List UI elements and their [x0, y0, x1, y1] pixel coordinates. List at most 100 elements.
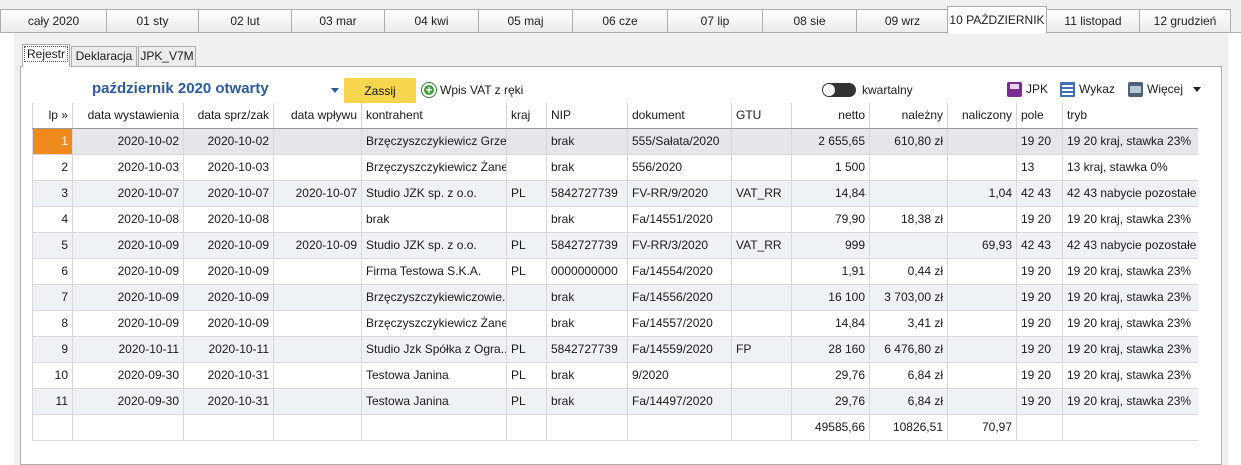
- col-header-lp[interactable]: lp »: [32, 103, 73, 129]
- tab-month-05[interactable]: 05 maj: [478, 9, 573, 33]
- cell-tryb[interactable]: 42 43 nabycie pozostałe: [1062, 232, 1198, 259]
- cell-dokument[interactable]: Fa/14559/2020: [627, 336, 732, 363]
- cell-data-sprz-zak[interactable]: 2020-10-02: [183, 128, 274, 155]
- cell-pole[interactable]: 42 43: [1016, 232, 1063, 259]
- cell-naliczony[interactable]: 1,04: [947, 180, 1017, 207]
- cell-data-wplywu[interactable]: [273, 154, 362, 181]
- col-header-pole[interactable]: pole: [1016, 103, 1063, 129]
- cell-nip[interactable]: brak: [546, 362, 628, 389]
- cell-data-sprz-zak[interactable]: 2020-10-11: [183, 336, 274, 363]
- cell-gtu[interactable]: VAT_RR: [731, 232, 792, 259]
- cell-gtu[interactable]: [731, 388, 792, 415]
- cell-data-sprz-zak[interactable]: 2020-10-09: [183, 232, 274, 259]
- cell-pole[interactable]: 19 20: [1016, 310, 1063, 337]
- cell-gtu[interactable]: [731, 154, 792, 181]
- table-row[interactable]: 8 2020-10-09 2020-10-09 Brzęczyszczykiewicz…: [32, 310, 1198, 337]
- cell-gtu[interactable]: [731, 258, 792, 285]
- cell-data-sprz-zak[interactable]: 2020-10-09: [183, 310, 274, 337]
- cell-lp[interactable]: 9: [32, 336, 73, 363]
- cell-nalezny[interactable]: 18,38 zł: [869, 206, 948, 233]
- cell-data-wystawienia[interactable]: 2020-10-11: [72, 336, 184, 363]
- cell-data-sprz-zak[interactable]: 2020-10-09: [183, 258, 274, 285]
- cell-lp[interactable]: 7: [32, 284, 73, 311]
- cell-nalezny[interactable]: 6 476,80 zł: [869, 336, 948, 363]
- period-title[interactable]: październik 2020 otwarty: [92, 80, 269, 97]
- cell-tryb[interactable]: 13 kraj, stawka 0%: [1062, 154, 1198, 181]
- cell-kraj[interactable]: PL: [506, 362, 547, 389]
- cell-netto[interactable]: 79,90: [791, 206, 870, 233]
- cell-netto[interactable]: 1 500: [791, 154, 870, 181]
- jpk-button[interactable]: JPK: [1007, 80, 1048, 98]
- cell-data-sprz-zak[interactable]: 2020-10-07: [183, 180, 274, 207]
- cell-gtu[interactable]: [731, 284, 792, 311]
- cell-pole[interactable]: 42 43: [1016, 180, 1063, 207]
- cell-tryb[interactable]: 19 20 kraj, stawka 23%: [1062, 310, 1198, 337]
- cell-naliczony[interactable]: [947, 258, 1017, 285]
- table-row[interactable]: 6 2020-10-09 2020-10-09 Firma Testowa S.K.A…: [32, 258, 1198, 285]
- cell-tryb[interactable]: 19 20 kraj, stawka 23%: [1062, 362, 1198, 389]
- tab-deklaracja[interactable]: Deklaracja: [71, 46, 137, 67]
- cell-dokument[interactable]: 9/2020: [627, 362, 732, 389]
- cell-gtu[interactable]: [731, 362, 792, 389]
- cell-netto[interactable]: 2 655,65: [791, 128, 870, 155]
- cell-kontrahent[interactable]: Studio JZK sp. z o.o.: [361, 232, 507, 259]
- cell-lp[interactable]: 2: [32, 154, 73, 181]
- cell-lp[interactable]: 10: [32, 362, 73, 389]
- cell-naliczony[interactable]: [947, 284, 1017, 311]
- cell-lp[interactable]: 8: [32, 310, 73, 337]
- cell-data-wystawienia[interactable]: 2020-10-02: [72, 128, 184, 155]
- tab-month-08[interactable]: 08 sie: [762, 9, 857, 33]
- col-header-kraj[interactable]: kraj: [506, 103, 547, 129]
- cell-naliczony[interactable]: [947, 128, 1017, 155]
- cell-pole[interactable]: 13: [1016, 154, 1063, 181]
- cell-nip[interactable]: 5842727739: [546, 180, 628, 207]
- tab-month-03[interactable]: 03 mar: [291, 9, 385, 33]
- cell-lp[interactable]: 3: [32, 180, 73, 207]
- col-header-data-wplywu[interactable]: data wpływu: [273, 103, 362, 129]
- cell-data-wplywu[interactable]: 2020-10-07: [273, 180, 362, 207]
- cell-kraj[interactable]: PL: [506, 180, 547, 207]
- cell-lp[interactable]: 5: [32, 232, 73, 259]
- cell-nip[interactable]: brak: [546, 206, 628, 233]
- cell-data-wystawienia[interactable]: 2020-10-03: [72, 154, 184, 181]
- tab-month-09[interactable]: 09 wrz: [856, 9, 949, 33]
- cell-netto[interactable]: 28 160: [791, 336, 870, 363]
- cell-nalezny[interactable]: [869, 232, 948, 259]
- cell-kontrahent[interactable]: Firma Testowa S.K.A.: [361, 258, 507, 285]
- cell-kraj[interactable]: PL: [506, 388, 547, 415]
- cell-nalezny[interactable]: [869, 154, 948, 181]
- wiecej-button[interactable]: Więcej: [1128, 80, 1202, 98]
- cell-kontrahent[interactable]: Brzęczyszczykiewiczowie...: [361, 284, 507, 311]
- tab-month-11[interactable]: 11 listopad: [1046, 9, 1140, 33]
- cell-data-wystawienia[interactable]: 2020-10-09: [72, 258, 184, 285]
- cell-nalezny[interactable]: 610,80 zł: [869, 128, 948, 155]
- cell-nalezny[interactable]: 0,44 zł: [869, 258, 948, 285]
- cell-gtu[interactable]: VAT_RR: [731, 180, 792, 207]
- cell-tryb[interactable]: 19 20 kraj, stawka 23%: [1062, 258, 1198, 285]
- table-row[interactable]: 11 2020-09-30 2020-10-31 Testowa Janina PL br…: [32, 388, 1198, 415]
- cell-pole[interactable]: 19 20: [1016, 336, 1063, 363]
- cell-data-sprz-zak[interactable]: 2020-10-08: [183, 206, 274, 233]
- col-header-naliczony[interactable]: naliczony: [947, 103, 1017, 129]
- table-row[interactable]: 1 2020-10-02 2020-10-02 Brzęczyszczykiewicz…: [32, 128, 1198, 155]
- cell-data-wplywu[interactable]: [273, 310, 362, 337]
- cell-kraj[interactable]: PL: [506, 336, 547, 363]
- col-header-nip[interactable]: NIP: [546, 103, 628, 129]
- cell-nip[interactable]: brak: [546, 310, 628, 337]
- cell-nip[interactable]: 0000000000: [546, 258, 628, 285]
- cell-data-wplywu[interactable]: [273, 128, 362, 155]
- quarterly-toggle[interactable]: [822, 83, 856, 97]
- cell-pole[interactable]: 19 20: [1016, 128, 1063, 155]
- col-header-dokument[interactable]: dokument: [627, 103, 732, 129]
- table-row[interactable]: 9 2020-10-11 2020-10-11 Studio Jzk Spółka z…: [32, 336, 1198, 363]
- cell-data-wystawienia[interactable]: 2020-10-09: [72, 232, 184, 259]
- cell-lp[interactable]: 4: [32, 206, 73, 233]
- cell-data-wplywu[interactable]: [273, 284, 362, 311]
- cell-pole[interactable]: 19 20: [1016, 388, 1063, 415]
- wykaz-button[interactable]: Wykaz: [1060, 80, 1115, 98]
- cell-data-wplywu[interactable]: [273, 206, 362, 233]
- table-row[interactable]: 3 2020-10-07 2020-10-07 2020-10-07 Studio JZ…: [32, 180, 1198, 207]
- cell-nip[interactable]: 5842727739: [546, 232, 628, 259]
- cell-netto[interactable]: 14,84: [791, 180, 870, 207]
- cell-netto[interactable]: 1,91: [791, 258, 870, 285]
